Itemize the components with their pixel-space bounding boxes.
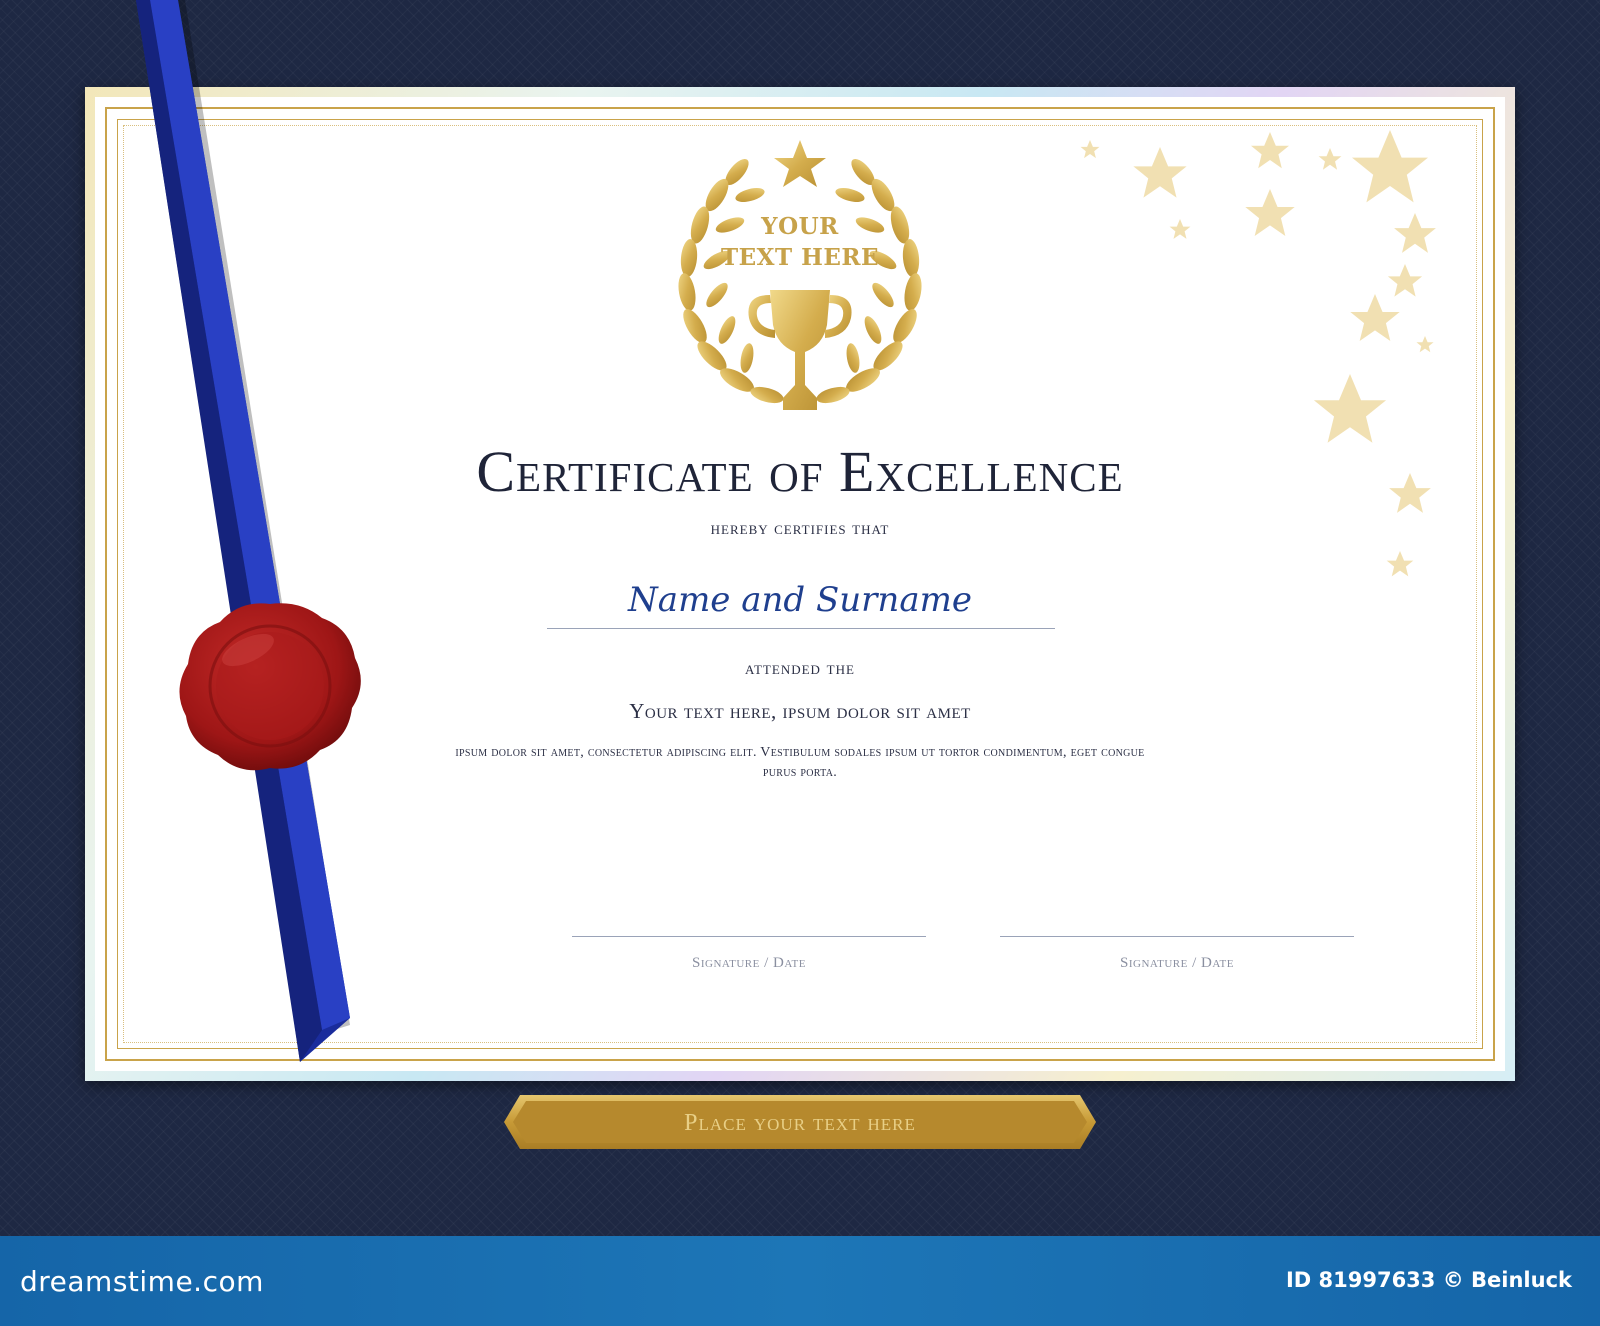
recipient-underline [547,628,1055,629]
signature-line-left [572,936,926,937]
signature-label-left: Signature / Date [692,955,806,971]
certificate-title: Certificate of Excellence [476,439,1124,504]
signature-line-right [1000,936,1354,937]
site-logo: dreamstime.com [20,1265,264,1298]
emblem-text-line2: TEXT HERE [720,244,880,271]
attended-text: attended the [745,658,855,679]
signature-label-right: Signature / Date [1120,955,1234,971]
certificate-subtitle: hereby certifies that [710,518,890,538]
decorative-stars-icon [1080,130,1436,577]
ribbon-with-wax-seal-icon [136,0,361,1062]
emblem-text-line1: YOUR [761,213,839,240]
image-id-credit: ID 81997633 © Beinluck [1285,1268,1572,1292]
laurel-wreath-icon [678,140,922,410]
course-title: Your text here, ipsum dolor sit amet [629,699,971,723]
course-description: ipsum dolor sit amet, consectetur adipis… [455,745,1145,780]
recipient-name: Name and Surname [628,580,972,620]
nameplate-text: Place your text here [684,1110,916,1136]
